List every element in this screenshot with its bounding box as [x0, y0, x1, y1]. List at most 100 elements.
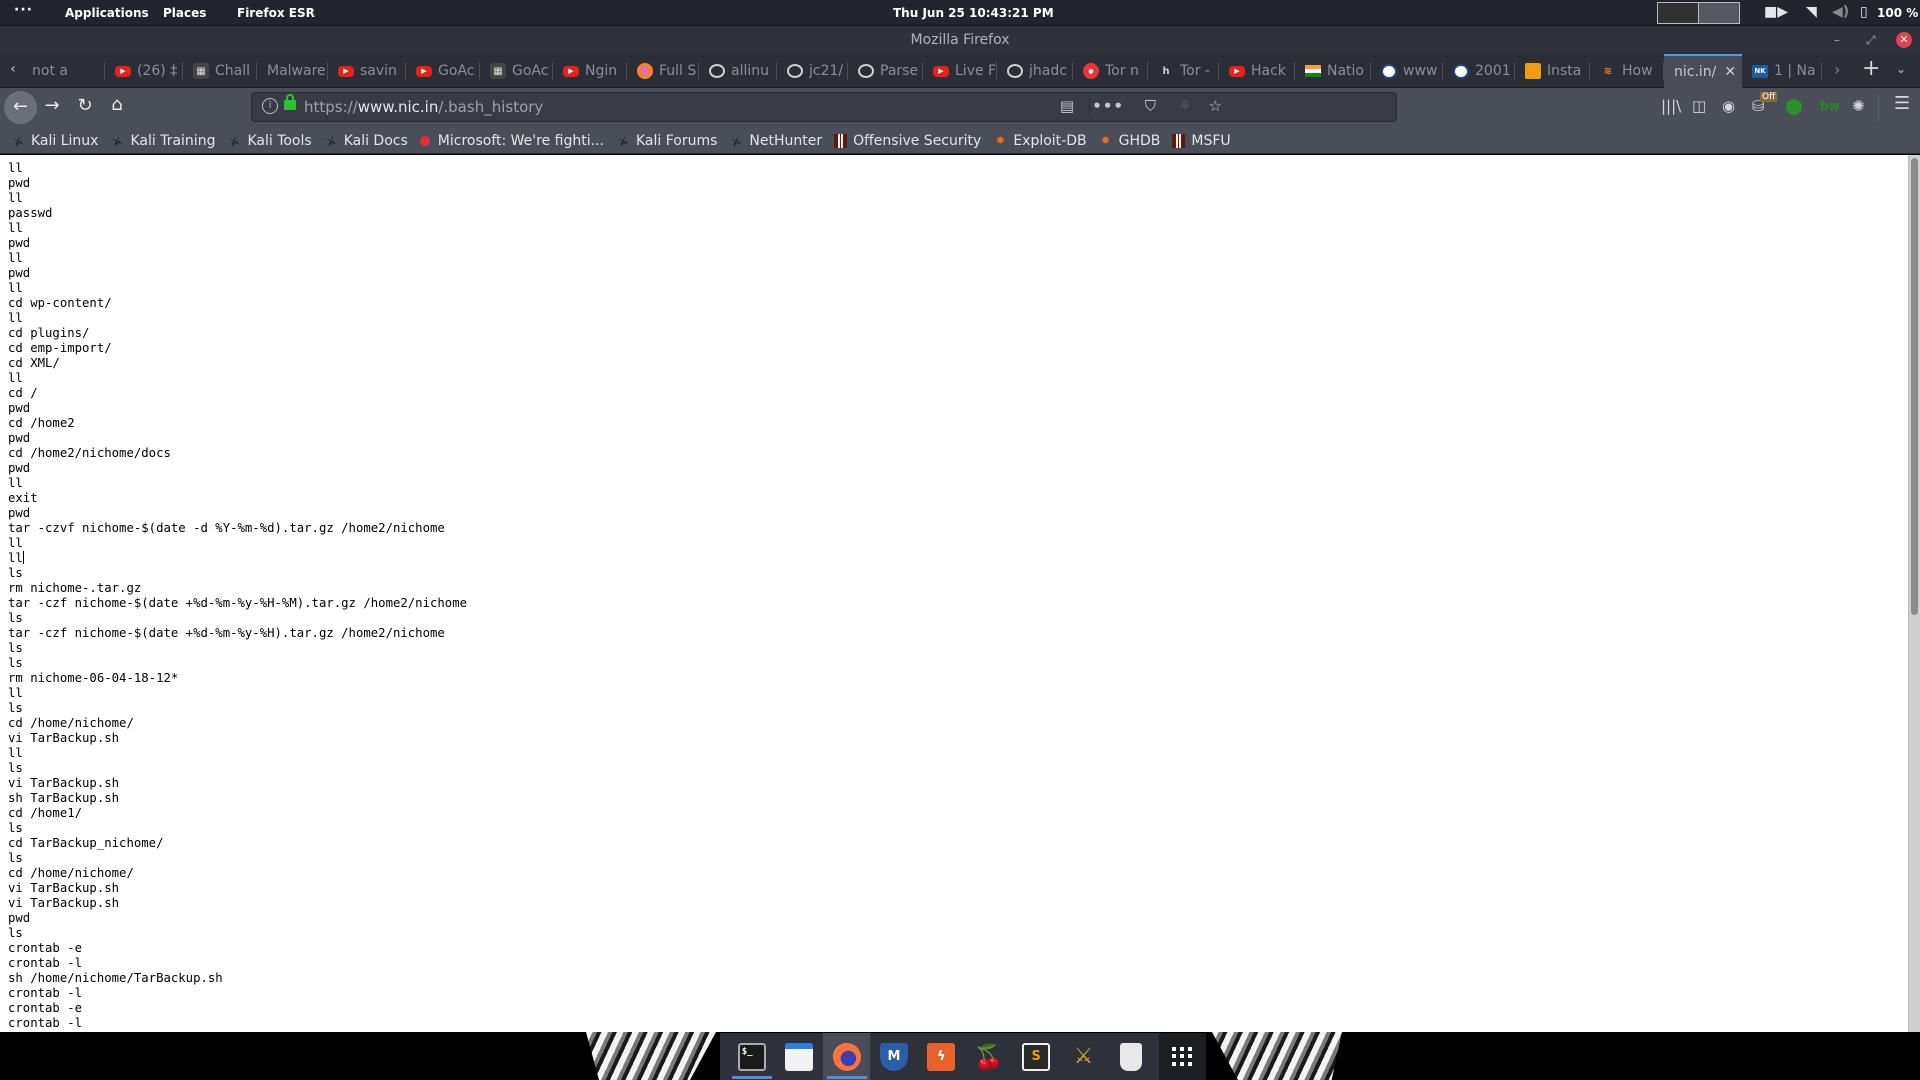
history-line-text: cd /	[8, 386, 38, 400]
bookmark-star-icon[interactable]: ☆	[1209, 97, 1222, 115]
tab[interactable]: h Tor -	[1148, 54, 1219, 88]
tab[interactable]: ▶ Ngin	[553, 54, 627, 88]
tab[interactable]: jhadc	[997, 54, 1073, 88]
tab[interactable]: jc21/	[777, 54, 848, 88]
reload-button[interactable]: ↻	[74, 95, 96, 116]
window-titlebar[interactable]: Mozilla Firefox – ⤢ ✕	[0, 26, 1920, 54]
tab[interactable]: ▶ Hack	[1219, 54, 1295, 88]
dock-item-files[interactable]	[775, 1033, 822, 1080]
bookmark-label: GHDB	[1118, 132, 1161, 149]
bookmark-item[interactable]: ✹ GHDB	[1099, 132, 1161, 149]
history-line-text: pwd	[8, 431, 31, 445]
account-icon[interactable]: ◉	[1722, 97, 1735, 115]
workspace-1[interactable]	[1658, 3, 1699, 23]
dock-item-cherrytree[interactable]: 🍒	[965, 1033, 1012, 1080]
kali-bookmark-icon: ⚔	[11, 132, 25, 149]
home-button[interactable]: ⌂	[106, 94, 128, 115]
applications-menu[interactable]: Applications	[65, 6, 149, 20]
wifi-icon[interactable]: ◥	[1806, 4, 1817, 20]
bookmark-item[interactable]: ⚔ Kali Linux	[11, 133, 98, 149]
kali-bookmark-icon: ⚔	[616, 132, 630, 149]
bookmark-item[interactable]: ⚔ NetHunter	[729, 133, 823, 149]
dock: $_ Mϟ 🍒 S ⚔	[720, 1033, 1207, 1080]
green-extension-icon[interactable]	[1786, 99, 1802, 115]
tab[interactable]: www	[1371, 54, 1443, 88]
page-actions-more-icon[interactable]: •••	[1092, 97, 1124, 115]
dock-item-sublime-text[interactable]: S	[1012, 1033, 1059, 1080]
tab-scroll-left-button[interactable]: ‹	[4, 61, 22, 77]
vertical-scrollbar[interactable]	[1908, 155, 1920, 1032]
history-line-text: exit	[8, 491, 38, 505]
tab[interactable]: Full S	[627, 54, 699, 88]
tab[interactable]: ▶ GoAc	[406, 54, 480, 88]
tab[interactable]: ▦ GoAc	[480, 54, 553, 88]
extension-page-action-icon[interactable]: ⚘	[1179, 97, 1192, 115]
activities-menu[interactable]: ···	[14, 2, 33, 18]
site-info-icon[interactable]: i	[262, 98, 278, 114]
new-tab-button[interactable]: +	[1862, 56, 1880, 81]
tab[interactable]: Malware	[257, 54, 328, 88]
url-text[interactable]: https://www.nic.in/.bash_history	[304, 98, 543, 116]
active-app-menu[interactable]: Firefox ESR	[237, 6, 315, 20]
back-button[interactable]: ←	[4, 91, 37, 124]
library-icon[interactable]: |||\	[1661, 97, 1681, 115]
tab[interactable]: ▶ (26) ‡	[105, 54, 183, 88]
video-icon[interactable]: ■▶	[1764, 4, 1788, 20]
dock-item-metasploit[interactable]: M	[870, 1033, 917, 1080]
list-all-tabs-button[interactable]: ⌄	[1896, 62, 1906, 76]
history-line-text: rm nichome-.tar.gz	[8, 581, 142, 595]
show-applications-button[interactable]	[1158, 1033, 1207, 1080]
reader-view-icon[interactable]: ▤	[1060, 97, 1074, 115]
forward-button[interactable]: →	[40, 95, 64, 116]
tab[interactable]: allinu	[699, 54, 777, 88]
hamburger-menu-icon[interactable]: ☰	[1894, 93, 1910, 114]
bookmark-item[interactable]: Offensive Security	[834, 133, 981, 149]
bookmark-item[interactable]: ⚔ Kali Forums	[616, 133, 717, 149]
url-bar[interactable]: i https://www.nic.in/.bash_history ▤ •••…	[251, 92, 1397, 122]
tab-scroll-right-button[interactable]: ›	[1834, 60, 1840, 79]
bookmark-item[interactable]: Microsoft: We're fighti...	[419, 133, 604, 149]
history-line-text: cd XML/	[8, 356, 60, 370]
tab[interactable]: Natio	[1295, 54, 1371, 88]
maximize-button[interactable]: ⤢	[1866, 26, 1876, 54]
tab[interactable]: NK 1 | Na	[1742, 54, 1822, 88]
tab[interactable]: ▶ Live F	[923, 54, 997, 88]
lock-icon[interactable]	[284, 94, 296, 110]
places-menu[interactable]: Places	[163, 6, 206, 20]
tab[interactable]: ▶ savin	[328, 54, 406, 88]
history-line-text: ls	[8, 701, 23, 715]
volume-icon[interactable]: ◀)	[1832, 4, 1849, 20]
clock[interactable]: Thu Jun 25 10:43:21 PM	[893, 6, 1054, 20]
dock-item-armitage[interactable]: ⚔	[1060, 1033, 1107, 1080]
history-line: ll	[8, 686, 467, 701]
mask-extension-icon[interactable]: ✺	[1852, 97, 1865, 115]
bookmark-item[interactable]: MSFU	[1172, 133, 1231, 149]
tab[interactable]: Parse	[848, 54, 923, 88]
tab[interactable]: ▦ Chall	[183, 54, 257, 88]
dock-item-trash[interactable]	[1107, 1033, 1154, 1080]
bookmark-item[interactable]: ✹ Exploit-DB	[993, 133, 1087, 149]
bookmark-item[interactable]: ⚔ Kali Tools	[227, 133, 312, 149]
close-window-button[interactable]: ✕	[1896, 32, 1912, 48]
scrollbar-thumb[interactable]	[1911, 158, 1918, 615]
tab[interactable]: Insta	[1515, 54, 1590, 88]
tab[interactable]: 2001	[1443, 54, 1515, 88]
bookmark-item[interactable]: ⚔ Kali Training	[110, 133, 216, 149]
close-tab-icon[interactable]: ✕	[1724, 64, 1736, 80]
battery-icon[interactable]: ▯	[1860, 4, 1868, 20]
minimize-button[interactable]: –	[1834, 26, 1840, 54]
tab[interactable]: not a	[22, 54, 105, 88]
bookmark-item[interactable]: ⚔ Kali Docs	[324, 133, 408, 149]
dock-item-firefox[interactable]	[822, 1033, 871, 1080]
workspace-switcher[interactable]	[1657, 2, 1740, 24]
history-line: pwd	[8, 176, 467, 191]
sidebar-icon[interactable]: ◫	[1692, 97, 1706, 115]
tab-active[interactable]: nic.in/ ✕	[1664, 54, 1742, 88]
tab-strip: ‹ not a ▶ (26) ‡ ▦ Chall Malware ▶ savin ▶ GoAc ▦ G…	[0, 54, 1920, 88]
bitwarden-icon[interactable]: bw	[1820, 99, 1840, 113]
tab[interactable]: ≋ How	[1590, 54, 1664, 88]
tab[interactable]: ● Tor n	[1073, 54, 1148, 88]
dock-item-burpsuite[interactable]: ϟ	[918, 1033, 965, 1080]
dock-item-terminal[interactable]: $_	[728, 1033, 775, 1080]
pocket-icon[interactable]: ⛉	[1145, 97, 1156, 115]
